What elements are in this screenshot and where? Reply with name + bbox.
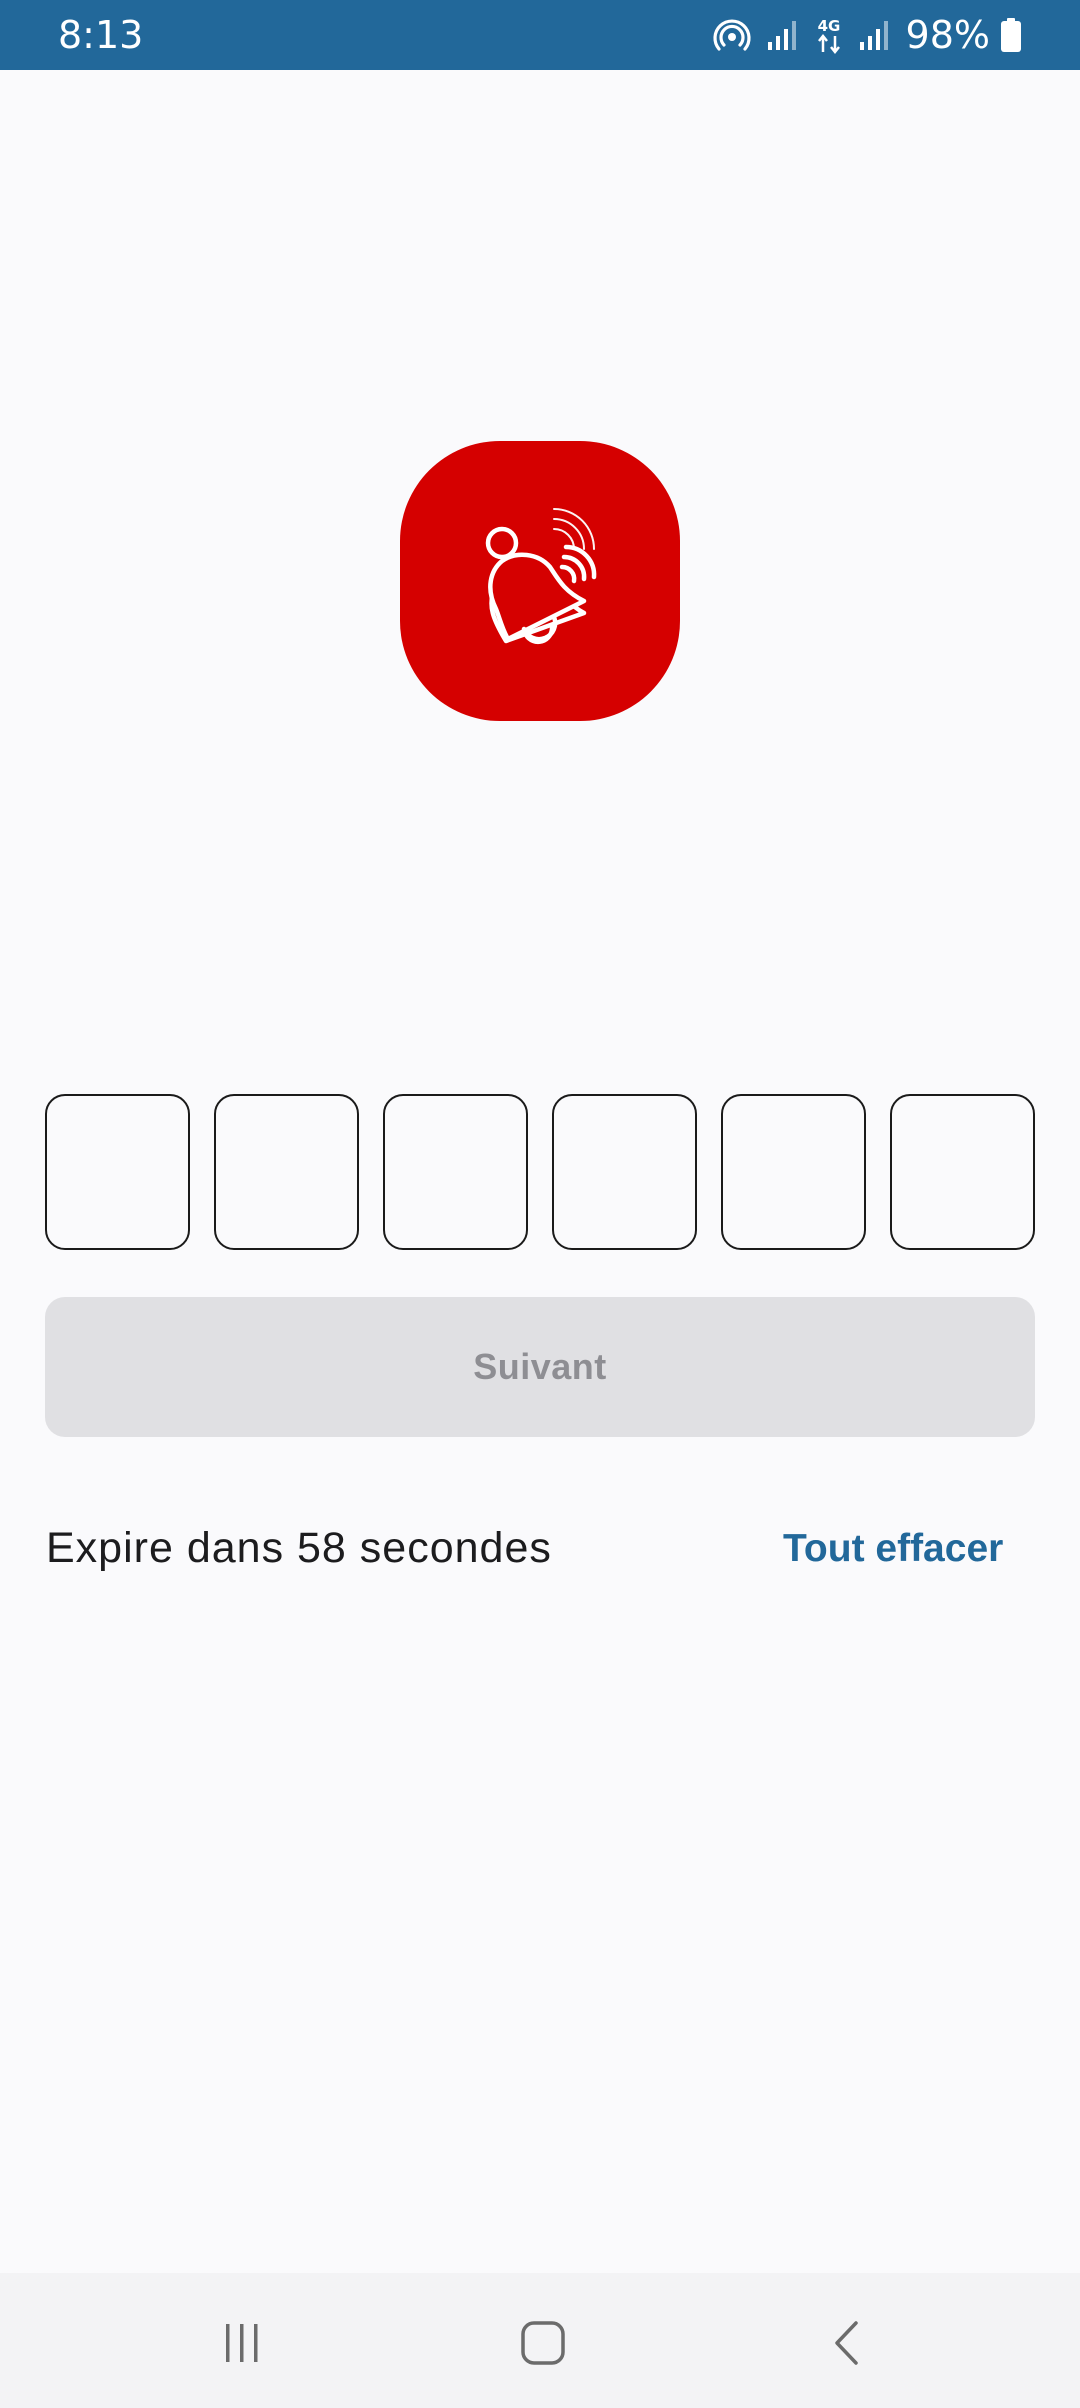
otp-digit-2[interactable] <box>214 1094 359 1250</box>
otp-digit-5[interactable] <box>721 1094 866 1250</box>
status-time: 8:13 <box>58 13 144 57</box>
status-bar: 8:13 4G 98% <box>0 0 1080 70</box>
next-button-label: Suivant <box>473 1346 607 1387</box>
battery-percentage: 98% <box>905 13 990 57</box>
signal-icon <box>858 18 892 52</box>
next-button[interactable]: Suivant <box>45 1297 1035 1437</box>
network-4g-icon: 4G <box>814 15 844 55</box>
otp-digit-4[interactable] <box>552 1094 697 1250</box>
network-type-label: 4G <box>817 17 840 35</box>
hotspot-icon <box>712 15 752 55</box>
otp-input-group <box>45 1094 1035 1250</box>
bell-ringing-icon <box>450 489 630 674</box>
clear-all-button[interactable]: Tout effacer <box>783 1527 1003 1571</box>
app-logo <box>400 441 680 721</box>
signal-icon <box>766 18 800 52</box>
back-icon[interactable] <box>808 2303 888 2383</box>
home-icon[interactable] <box>503 2303 583 2383</box>
otp-digit-1[interactable] <box>45 1094 190 1250</box>
system-nav-bar <box>0 2273 1080 2408</box>
expire-countdown: Expire dans 58 secondes <box>46 1524 552 1572</box>
otp-digit-3[interactable] <box>383 1094 528 1250</box>
otp-digit-6[interactable] <box>890 1094 1035 1250</box>
status-icons: 4G 98% <box>712 0 1022 70</box>
recents-icon[interactable] <box>202 2303 282 2383</box>
battery-icon <box>1000 17 1022 53</box>
